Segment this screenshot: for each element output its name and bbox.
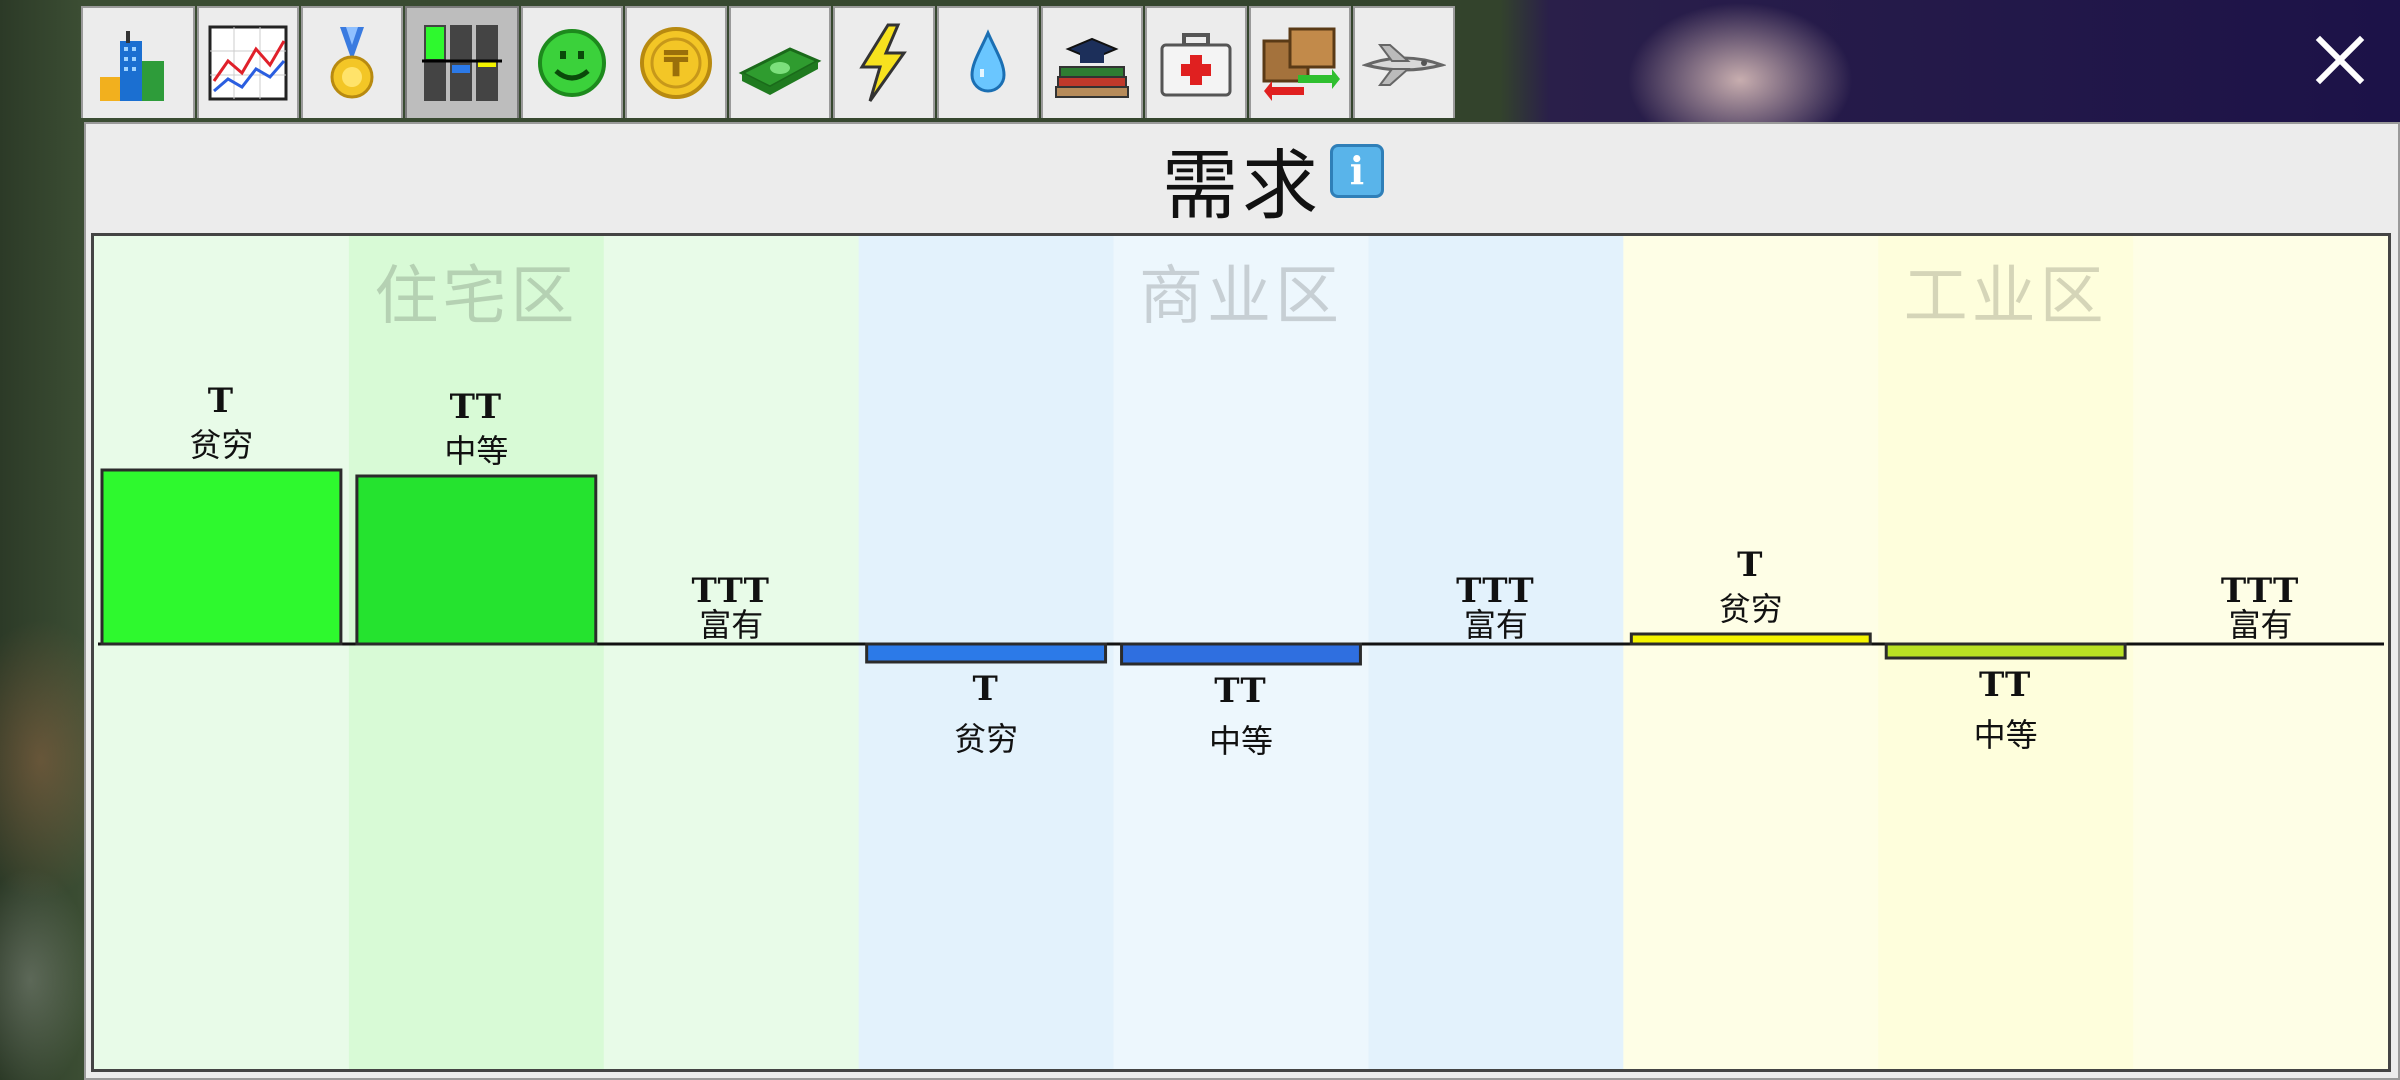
tab-medical-kit[interactable] (1145, 6, 1247, 118)
demand-chart: 住宅区 商业区 工业区 T 贫穷 TT 中等 TTT 富有 T 贫穷 TT 中等 TTT 富有 T 贫穷 TT 中等… (91, 233, 2391, 1072)
zone-label: 工业区 (1904, 260, 2108, 334)
demand-bar (1884, 642, 2127, 660)
city-buildings-icon (100, 31, 164, 101)
category-label: 贫穷 (1719, 590, 1783, 628)
lightning-icon (859, 23, 907, 102)
coin-icon: ₸ (640, 27, 712, 99)
demand-chart-svg: 住宅区 商业区 工业区T贫穷TT中等TTT富有T贫穷TT中等TTT富有T贫穷TT中等… (94, 236, 2388, 1069)
page-title: 需求 (1162, 141, 1322, 230)
medal-icon (330, 27, 374, 99)
demand-bar (355, 474, 598, 646)
tab-water-drop[interactable] (937, 6, 1039, 118)
tier-symbol: T (208, 381, 235, 421)
close-icon (2315, 35, 2365, 85)
category-label: 中等 (1974, 716, 2038, 754)
tab-line-graph[interactable] (197, 6, 299, 118)
demand-bar (1629, 632, 1872, 646)
category-label: 富有 (1464, 606, 1528, 644)
airplane-icon (1362, 44, 1446, 86)
zone-column-bg (603, 236, 860, 1069)
tab-smiley[interactable] (521, 6, 623, 118)
tier-symbol: TTT (2221, 571, 2300, 611)
close-button[interactable] (2305, 25, 2375, 95)
tier-symbol: T (1737, 545, 1764, 585)
tab-medal[interactable] (301, 6, 403, 118)
info-icon-glyph: i (1349, 148, 1365, 193)
demand-bar (865, 642, 1108, 664)
panel-header: 需求 i (86, 136, 2398, 236)
category-label: 贫穷 (954, 720, 1018, 758)
svg-text:₸: ₸ (663, 44, 688, 85)
zone-label: 住宅区 (374, 260, 578, 334)
category-label: 中等 (444, 432, 508, 470)
zone-column-bg (1623, 236, 1880, 1069)
smiley-icon (538, 29, 606, 97)
zone-column-bg (94, 236, 350, 1069)
line-graph-icon (208, 25, 288, 101)
category-label: 富有 (699, 606, 763, 644)
category-label: 贫穷 (189, 426, 253, 464)
education-icon (1055, 37, 1129, 98)
tab-city-buildings[interactable] (81, 6, 195, 118)
tab-airplane[interactable] (1353, 6, 1455, 118)
tab-cash[interactable] (729, 6, 831, 118)
trade-boxes-icon (1262, 27, 1340, 101)
category-label: 中等 (1209, 722, 1273, 760)
tier-symbol: TT (450, 387, 503, 427)
stats-tab-bar: ₸ (81, 6, 1457, 120)
tab-trade-boxes[interactable] (1249, 6, 1351, 118)
demand-panel: 需求 i 住宅区 商业区 工业区 T 贫穷 TT 中等 TTT 富有 T 贫穷 TT 中等 TTT 富有 T 贫… (84, 122, 2400, 1080)
tier-symbol: TT (1214, 671, 1267, 711)
zone-label: 商业区 (1139, 260, 1343, 334)
zone-column-bg (1368, 236, 1625, 1069)
zone-column-bg (2133, 236, 2388, 1069)
demand-bars-icon (422, 25, 502, 101)
tab-demand-bars[interactable] (405, 6, 519, 118)
tab-education[interactable] (1041, 6, 1143, 118)
water-drop-icon (970, 29, 1006, 93)
tab-lightning[interactable] (833, 6, 935, 118)
demand-bar (1120, 642, 1362, 666)
info-icon[interactable]: i (1330, 144, 1384, 198)
cash-icon (738, 47, 822, 95)
tier-symbol: TT (1979, 665, 2032, 705)
demand-bar (100, 468, 343, 646)
zone-column-bg (348, 236, 605, 1069)
tier-symbol: TTT (691, 571, 770, 611)
medical-kit-icon (1160, 33, 1232, 97)
tab-coin[interactable]: ₸ (625, 6, 727, 118)
tier-symbol: T (972, 669, 999, 709)
tier-symbol: TTT (1456, 571, 1535, 611)
category-label: 富有 (2229, 606, 2293, 644)
